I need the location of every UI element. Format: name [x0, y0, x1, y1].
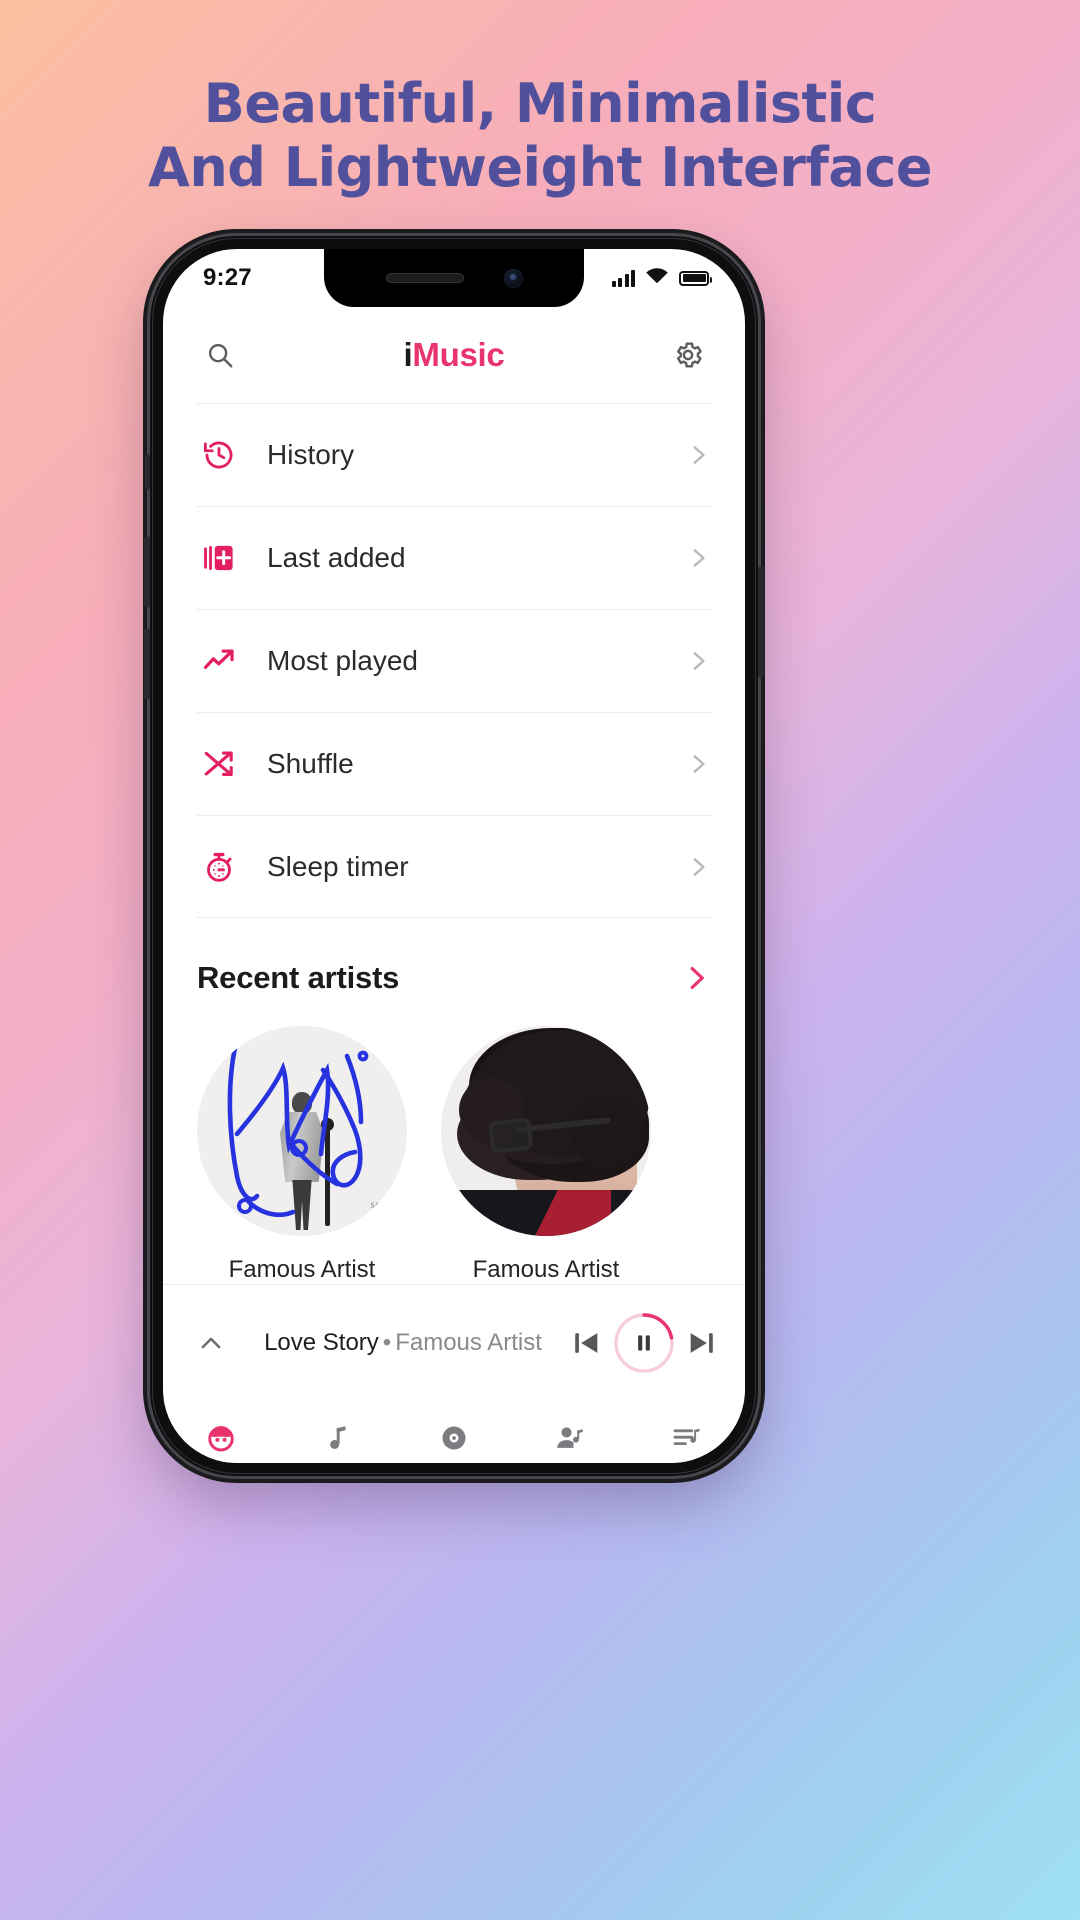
- quick-menu-list: History Last added Most played Shuffle S…: [163, 403, 745, 918]
- artist-name: Famous Artist: [228, 1256, 376, 1283]
- gear-icon[interactable]: [665, 332, 711, 378]
- front-camera-icon: [503, 268, 523, 288]
- avatar: SCR: [197, 1026, 407, 1236]
- search-icon[interactable]: [197, 332, 243, 378]
- volume-down-button[interactable]: [144, 628, 150, 700]
- mute-switch[interactable]: [145, 454, 150, 490]
- menu-item-label: Most played: [267, 645, 418, 676]
- menu-item-label: Last added: [267, 542, 406, 573]
- chevron-right-icon[interactable]: [681, 963, 711, 993]
- headline-line-2: And Lightweight Interface: [148, 135, 932, 199]
- library-add-icon: [197, 536, 241, 580]
- status-icons: [611, 267, 712, 290]
- artist-photo-figure: [441, 1026, 651, 1236]
- artwork-caption: SCR: [370, 1201, 387, 1210]
- section-title: Recent artists: [197, 960, 400, 995]
- track-title: Love Story: [264, 1328, 379, 1356]
- skip-previous-icon[interactable]: [569, 1326, 603, 1360]
- menu-item-label: Sleep timer: [267, 850, 409, 882]
- chevron-right-icon: [685, 442, 711, 468]
- chevron-right-icon: [685, 648, 711, 674]
- tab-albums[interactable]: Albums: [396, 1421, 512, 1463]
- bottom-navigation: For you Songs: [163, 1400, 745, 1463]
- notch: [324, 249, 584, 307]
- mini-player: Love Story • Famous Artist: [163, 1284, 745, 1400]
- artist-icon: [554, 1421, 586, 1455]
- menu-item-label: History: [267, 439, 355, 470]
- skip-next-icon[interactable]: [685, 1326, 719, 1360]
- tab-artists[interactable]: Artists: [512, 1421, 628, 1463]
- recent-artists-row: SCR Famous Artist Famous Artist: [163, 996, 745, 1284]
- menu-item-label: Shuffle: [267, 748, 354, 779]
- trending-up-icon: [197, 639, 241, 683]
- recent-artists-header: Recent artists: [163, 918, 745, 996]
- meta-separator: •: [382, 1328, 392, 1356]
- menu-item-sleep-timer[interactable]: Sleep timer: [197, 815, 711, 918]
- avatar: [441, 1026, 651, 1236]
- tab-playlists[interactable]: Playlists: [629, 1421, 745, 1463]
- tab-songs[interactable]: Songs: [279, 1421, 395, 1463]
- music-note-icon: [323, 1421, 353, 1455]
- app-title: iMusic: [404, 336, 505, 374]
- volume-up-button[interactable]: [144, 536, 150, 608]
- status-time: 9:27: [203, 264, 252, 291]
- shuffle-icon: [197, 742, 241, 786]
- earpiece-speaker: [385, 273, 464, 283]
- headline-line-1: Beautiful, Minimalistic: [203, 72, 877, 135]
- album-disc-icon: [439, 1421, 469, 1455]
- battery-icon: [679, 270, 712, 286]
- menu-item-history[interactable]: History: [197, 403, 711, 506]
- promo-headline: Beautiful, Minimalistic And Lightweight …: [0, 72, 1080, 199]
- app-header: iMusic: [163, 307, 745, 403]
- phone-screen: 9:27 iMusic History Last added Most play…: [163, 249, 745, 1463]
- stopwatch-icon: [197, 845, 241, 889]
- menu-item-shuffle[interactable]: Shuffle: [197, 712, 711, 815]
- menu-item-last-added[interactable]: Last added: [197, 506, 711, 609]
- phone-mockup: 9:27 iMusic History Last added Most play…: [144, 236, 764, 1476]
- logo-rest: Music: [412, 336, 505, 373]
- face-icon: [205, 1421, 237, 1455]
- play-pause-button[interactable]: [613, 1312, 675, 1374]
- track-artist: Famous Artist: [395, 1328, 542, 1356]
- menu-item-most-played[interactable]: Most played: [197, 609, 711, 712]
- now-playing-meta[interactable]: Love Story • Famous Artist: [243, 1329, 563, 1357]
- chevron-right-icon: [685, 545, 711, 571]
- power-button[interactable]: [758, 566, 764, 678]
- wifi-icon: [645, 267, 669, 290]
- chevron-right-icon: [685, 751, 711, 777]
- cellular-signal-icon: [611, 269, 635, 287]
- chevron-up-icon[interactable]: [185, 1317, 237, 1369]
- chevron-right-icon: [685, 854, 711, 880]
- artist-name: Famous Artist: [472, 1256, 620, 1283]
- artist-card[interactable]: SCR Famous Artist: [197, 1026, 407, 1284]
- artist-card[interactable]: Famous Artist: [441, 1026, 651, 1284]
- pause-icon: [631, 1330, 657, 1356]
- player-controls: [569, 1312, 719, 1374]
- history-clock-icon: [197, 433, 241, 477]
- tab-for-you[interactable]: For you: [163, 1421, 279, 1463]
- playlist-icon: [671, 1421, 703, 1455]
